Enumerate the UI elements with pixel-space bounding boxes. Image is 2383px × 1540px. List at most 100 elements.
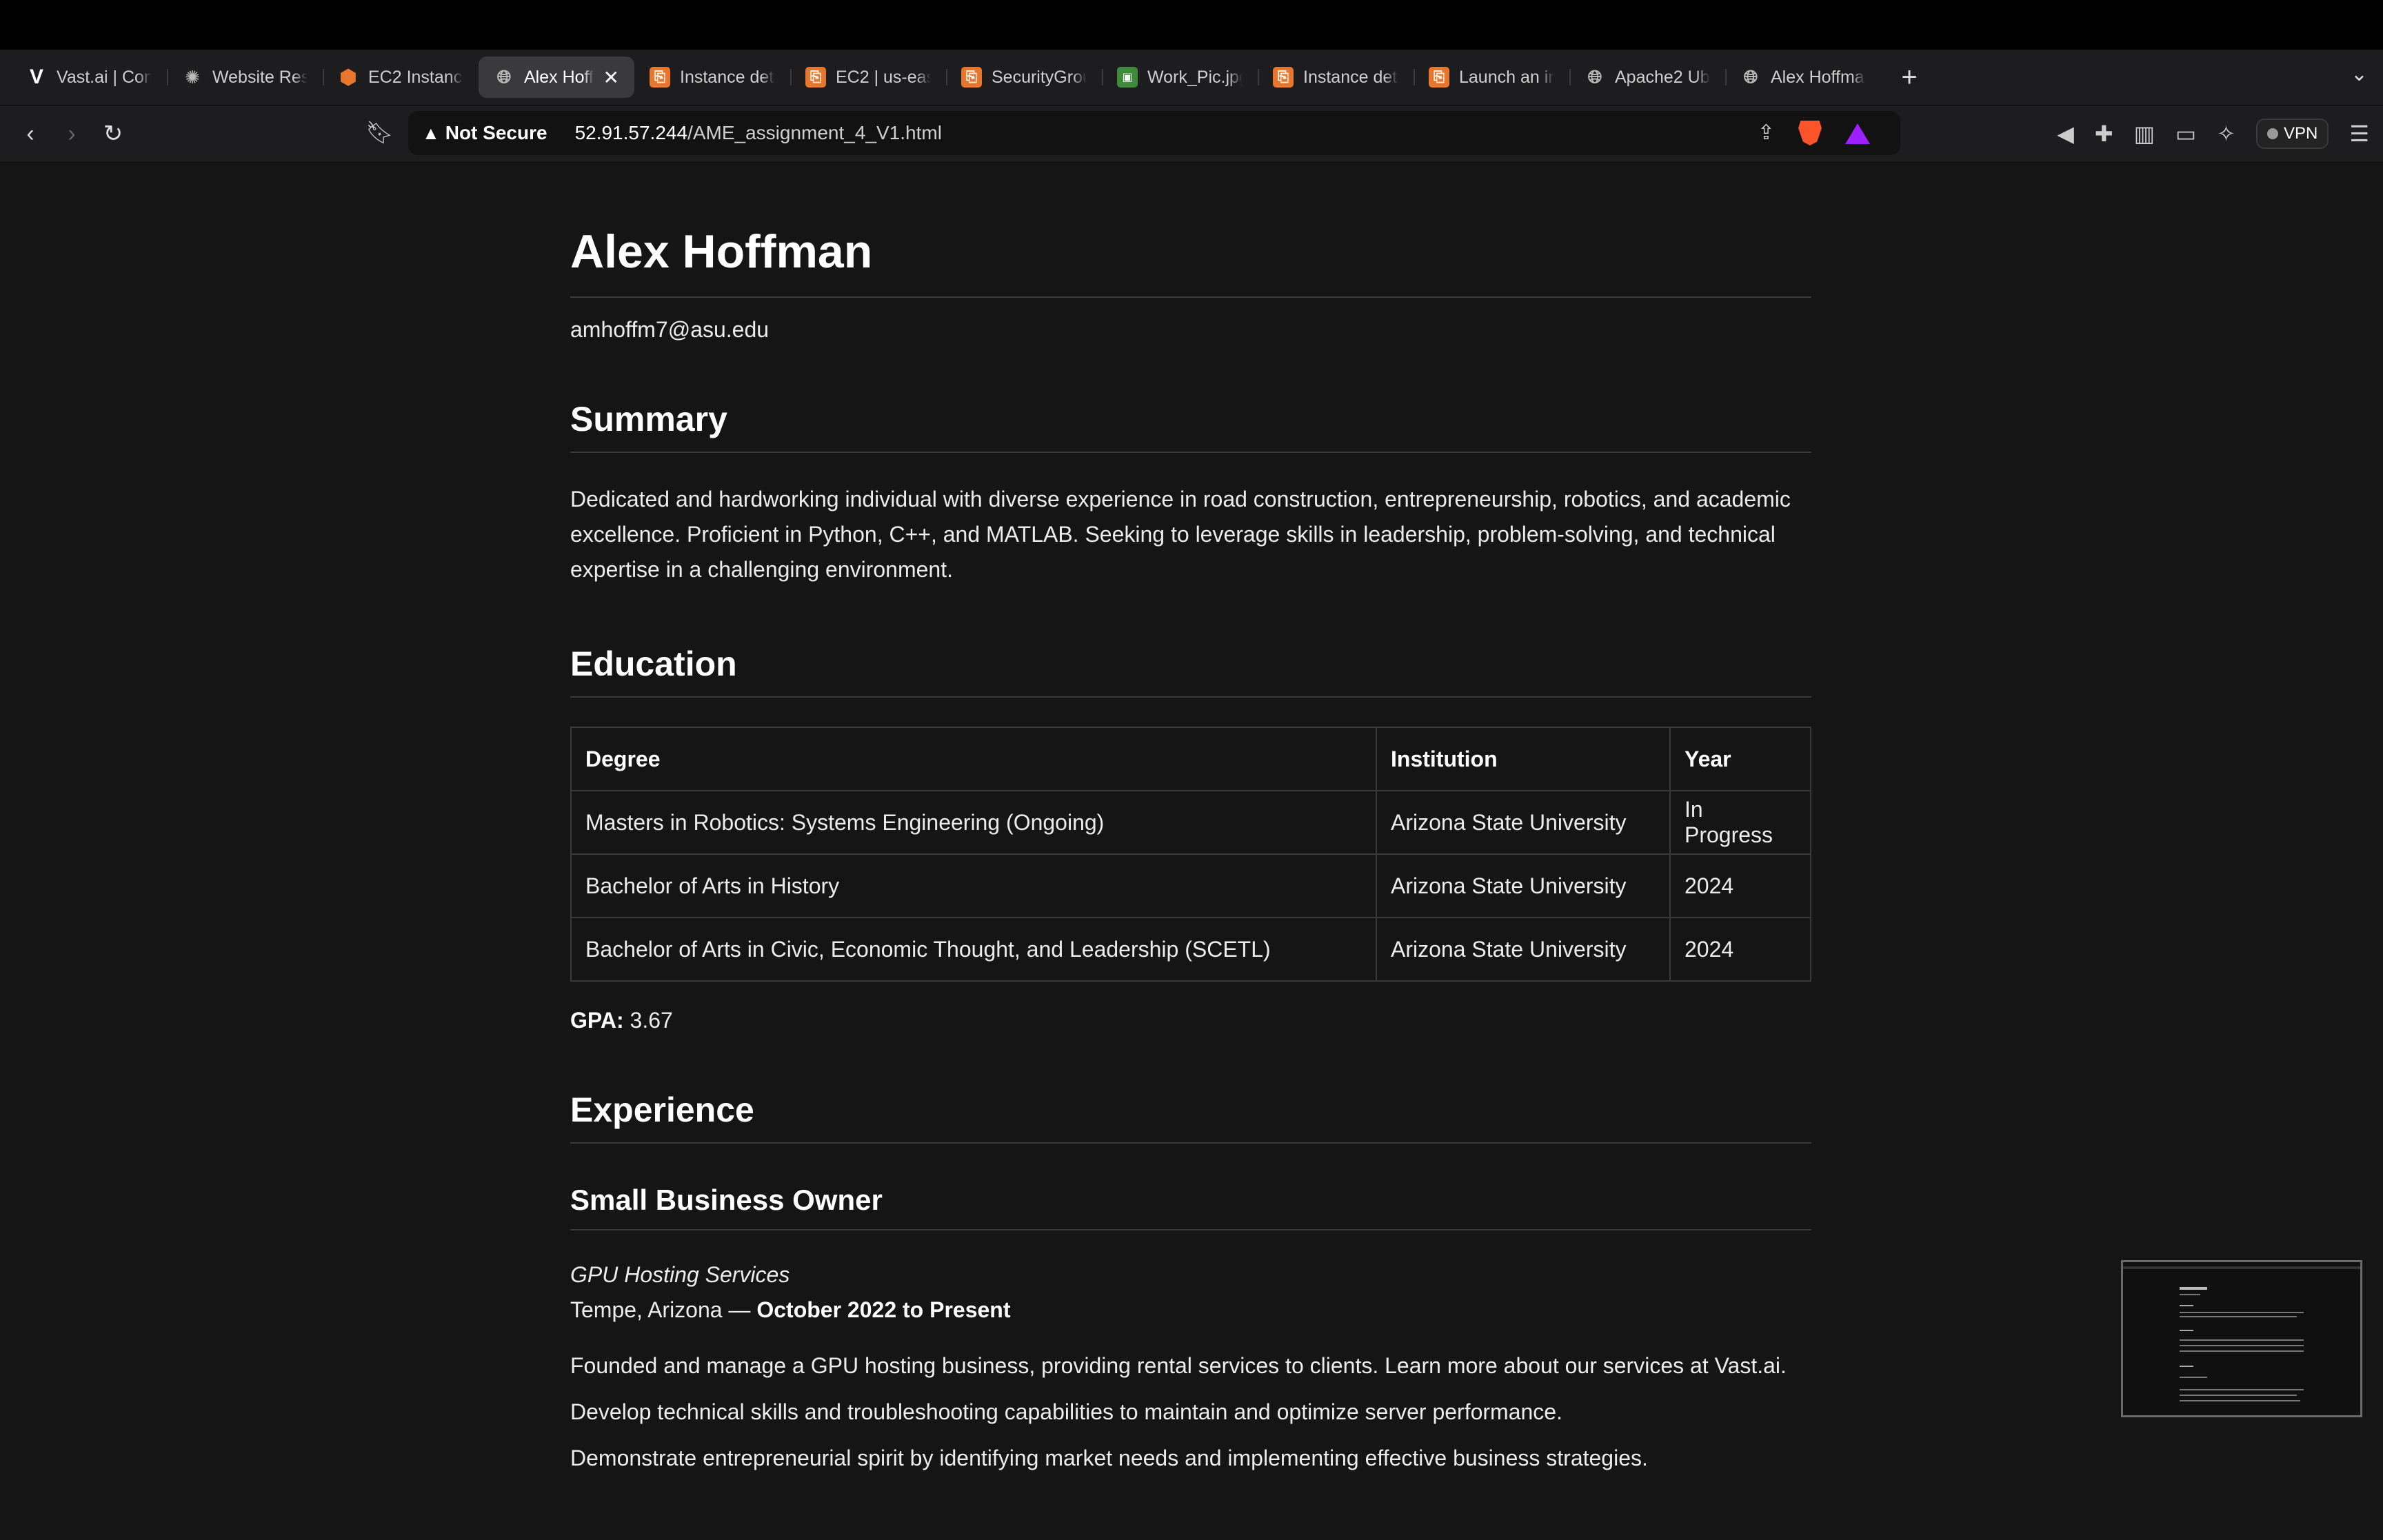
year-cell: In Progress bbox=[1669, 790, 1811, 855]
close-tab-icon[interactable]: ✕ bbox=[603, 66, 619, 89]
tab-label: Apache2 Ubuntu bbox=[1615, 67, 1710, 87]
openai-icon: ✺ bbox=[185, 66, 200, 88]
tab-ec2-instance-connect[interactable]: ⬢ EC2 Instance Connect bbox=[323, 57, 479, 98]
institution-cell: Arizona State University bbox=[1376, 917, 1671, 982]
leo-ai-icon[interactable]: ✧ bbox=[2217, 121, 2235, 147]
degree-cell: Bachelor of Arts in History bbox=[570, 853, 1377, 918]
wallet-icon[interactable]: ▭ bbox=[2175, 121, 2196, 147]
back-button[interactable]: ‹ bbox=[10, 121, 51, 148]
globe-icon: 🌐︎ bbox=[1743, 66, 1758, 87]
aws-icon: ⎘ bbox=[1429, 67, 1449, 88]
reload-button[interactable]: ↻ bbox=[92, 120, 134, 148]
table-row: Masters in Robotics: Systems Engineering… bbox=[570, 790, 1811, 855]
tab-vast-console[interactable]: V Vast.ai | Console bbox=[11, 57, 167, 98]
tab-label: Instance details bbox=[680, 67, 775, 87]
tab-label: Launch an instance bbox=[1459, 67, 1554, 87]
degree-cell: Masters in Robotics: Systems Engineering… bbox=[570, 790, 1377, 855]
browser-toolbar: ‹ › ↻ 🔖︎ ▲ Not Secure 52.91.57.244/AME_a… bbox=[0, 105, 2383, 163]
tab-launch-instance[interactable]: ⎘ Launch an instance bbox=[1414, 57, 1569, 98]
new-tab-button[interactable]: + bbox=[1892, 62, 1927, 93]
sidebar-icon[interactable]: ▥ bbox=[2134, 121, 2155, 147]
gpa-line: GPA: 3.67 bbox=[570, 1008, 1811, 1033]
institution-cell: Arizona State University bbox=[1376, 790, 1671, 855]
url-path: /AME_assignment_4_V1.html bbox=[687, 122, 942, 143]
tab-label: Vast.ai | Console bbox=[57, 67, 152, 87]
job-bullet: Demonstrate entrepreneurial spirit by id… bbox=[570, 1446, 1648, 1470]
tab-website-resume[interactable]: ✺ Website Resume bbox=[167, 57, 323, 98]
summary-text: Dedicated and hardworking individual wit… bbox=[570, 487, 1791, 582]
brave-shields-icon[interactable] bbox=[1798, 121, 1822, 145]
job-bullet: Develop technical skills and troubleshoo… bbox=[570, 1399, 1562, 1424]
aws-icon: ⎘ bbox=[1273, 67, 1294, 88]
job-bullet: Founded and manage a GPU hosting busines… bbox=[570, 1353, 1787, 1378]
contact-email: amhoffm7@asu.edu bbox=[570, 317, 770, 342]
tab-list-chevron-icon[interactable]: ⌄ bbox=[2351, 62, 2368, 86]
warning-icon: ▲ bbox=[422, 122, 440, 143]
tab-label: EC2 Instance Connect bbox=[368, 67, 463, 87]
resume-page: Alex Hoffman amhoffm7@asu.edu Summary De… bbox=[570, 165, 1811, 1471]
tab-label: Work_Pic.jpg - bbox=[1147, 67, 1243, 87]
url-host: 52.91.57.244 bbox=[574, 122, 688, 143]
job-location-dates: Tempe, Arizona — October 2022 to Present bbox=[570, 1297, 1811, 1323]
tab-instance-details[interactable]: ⎘ Instance details bbox=[634, 57, 790, 98]
summary-heading: Summary bbox=[570, 399, 1811, 453]
tab-alex-hoffman-2[interactable]: 🌐︎ Alex Hoffman - bbox=[1725, 57, 1881, 98]
tab-ec2-us-east[interactable]: ⎘ EC2 | us-east-1 bbox=[790, 57, 946, 98]
page-thumbnail-preview[interactable] bbox=[2121, 1260, 2362, 1417]
globe-icon: 🌐︎ bbox=[1587, 66, 1602, 87]
tab-apache2-ubuntu[interactable]: 🌐︎ Apache2 Ubuntu bbox=[1569, 57, 1725, 98]
vpn-status-icon bbox=[2266, 128, 2278, 139]
speaker-icon[interactable]: ◀ bbox=[2057, 121, 2074, 147]
tab-alex-hoffman-active[interactable]: 🌐︎ Alex Hoffman ✕ bbox=[479, 57, 634, 98]
forward-button[interactable]: › bbox=[51, 121, 92, 148]
aws-cube-icon: ⬢ bbox=[339, 65, 358, 89]
resume-name: Alex Hoffman bbox=[570, 225, 1811, 298]
table-header-row: Degree Institution Year bbox=[570, 727, 1811, 791]
job-location: Tempe, Arizona — bbox=[570, 1297, 757, 1322]
company-name: GPU Hosting Services bbox=[570, 1262, 790, 1287]
vpn-button[interactable]: VPN bbox=[2255, 119, 2329, 149]
vpn-label: VPN bbox=[2283, 124, 2318, 143]
aws-icon: ⎘ bbox=[805, 67, 826, 88]
tab-security-group[interactable]: ⎘ SecurityGroup bbox=[946, 57, 1102, 98]
year-cell: 2024 bbox=[1669, 917, 1811, 982]
tab-label: Alex Hoffman bbox=[524, 67, 594, 87]
aws-icon: ⎘ bbox=[650, 67, 670, 88]
table-row: Bachelor of Arts in History Arizona Stat… bbox=[570, 853, 1811, 918]
degree-cell: Bachelor of Arts in Civic, Economic Thou… bbox=[570, 917, 1377, 982]
tab-label: SecurityGroup bbox=[992, 67, 1087, 87]
globe-icon: 🌐︎ bbox=[496, 66, 512, 87]
url-text[interactable]: 52.91.57.244/AME_assignment_4_V1.html bbox=[575, 122, 942, 144]
tab-instance-details-2[interactable]: ⎘ Instance details bbox=[1258, 57, 1414, 98]
tab-label: Alex Hoffman - bbox=[1771, 67, 1866, 87]
education-heading: Education bbox=[570, 644, 1811, 698]
job-dates: October 2022 to Present bbox=[756, 1297, 1011, 1322]
education-table: Degree Institution Year Masters in Robot… bbox=[570, 727, 1811, 982]
tab-label: Instance details bbox=[1303, 67, 1398, 87]
column-header: Institution bbox=[1376, 727, 1671, 791]
year-cell: 2024 bbox=[1669, 853, 1811, 918]
bookmark-icon[interactable]: 🔖︎ bbox=[365, 119, 394, 145]
toolbar-right: ◀ ✚ ▥ ▭ ✧ VPN ☰ bbox=[2057, 105, 2369, 162]
menu-icon[interactable]: ☰ bbox=[2349, 121, 2369, 147]
image-icon: ▣ bbox=[1117, 67, 1138, 88]
table-row: Bachelor of Arts in Civic, Economic Thou… bbox=[570, 917, 1811, 982]
experience-heading: Experience bbox=[570, 1090, 1811, 1144]
job-title: Small Business Owner bbox=[570, 1184, 1811, 1230]
gpa-label: GPA: bbox=[570, 1008, 624, 1033]
column-header: Year bbox=[1669, 727, 1811, 791]
column-header: Degree bbox=[570, 727, 1377, 791]
institution-cell: Arizona State University bbox=[1376, 853, 1671, 918]
gpa-value: 3.67 bbox=[623, 1008, 673, 1033]
security-label: Not Secure bbox=[445, 122, 547, 143]
window-title-bar bbox=[0, 0, 2383, 50]
tab-work-pic[interactable]: ▣ Work_Pic.jpg - bbox=[1102, 57, 1258, 98]
tab-label: Website Resume bbox=[212, 67, 308, 87]
tab-label: EC2 | us-east-1 bbox=[836, 67, 931, 87]
aws-icon: ⎘ bbox=[961, 67, 982, 88]
brave-rewards-icon[interactable] bbox=[1845, 123, 1870, 144]
share-icon[interactable]: ⇪ bbox=[1758, 121, 1775, 145]
extensions-icon[interactable]: ✚ bbox=[2095, 121, 2113, 147]
vast-icon: V bbox=[29, 65, 43, 88]
address-bar[interactable]: ▲ Not Secure 52.91.57.244/AME_assignment… bbox=[408, 111, 1900, 155]
